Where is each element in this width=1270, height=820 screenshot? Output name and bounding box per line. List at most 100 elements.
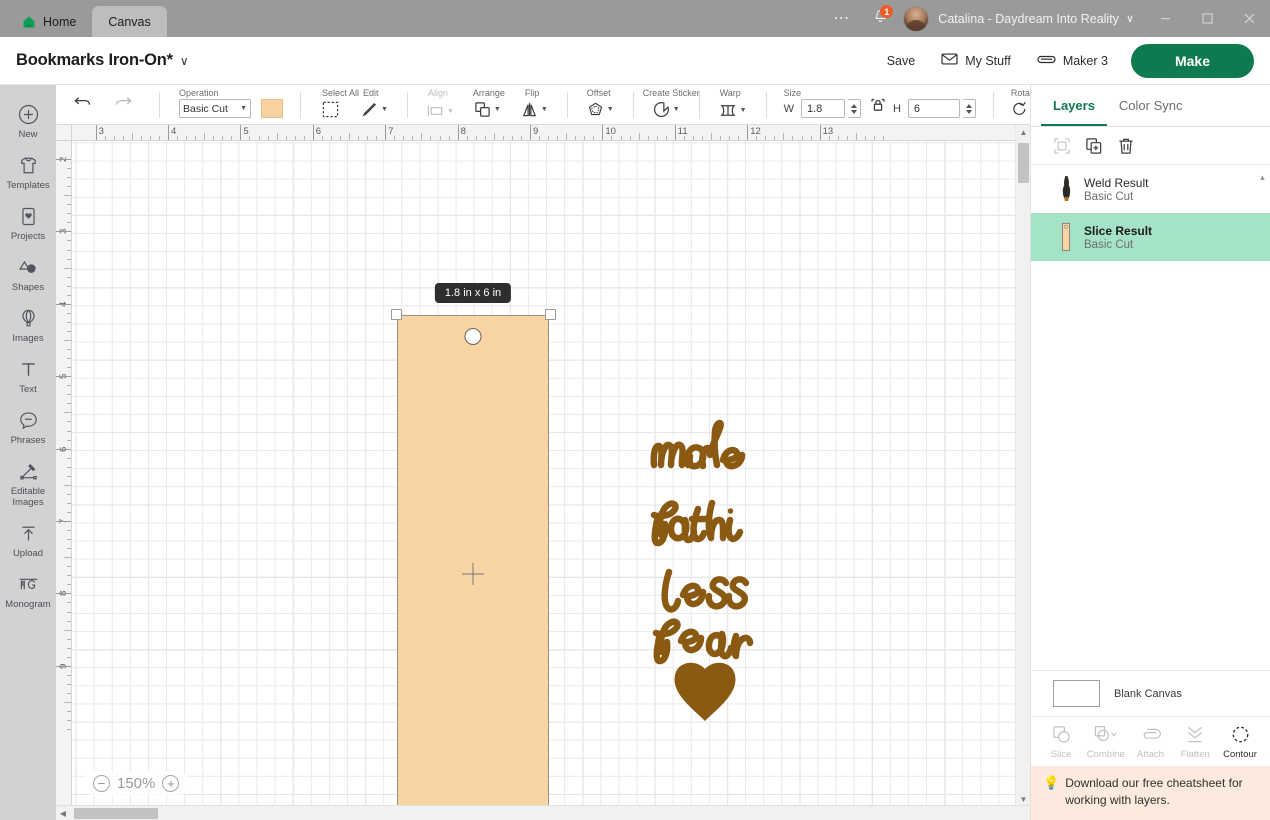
ruler-tick: [484, 136, 486, 140]
editable-images-icon: [17, 460, 39, 482]
sidebar-item-shapes[interactable]: Shapes: [0, 248, 56, 299]
ruler-tick: [792, 136, 794, 140]
combine-label: Combine: [1086, 749, 1125, 760]
flatten-button[interactable]: Flatten: [1173, 724, 1217, 760]
sidebar-item-phrases[interactable]: Phrases: [0, 401, 56, 452]
ruler-tick: [602, 125, 604, 140]
canvas-background-row[interactable]: Blank Canvas: [1031, 670, 1270, 717]
selection-handle-top-right[interactable]: [545, 309, 556, 320]
warp-label: Warp: [719, 88, 741, 98]
warp-group[interactable]: Warp ▼: [709, 85, 757, 125]
duplicate-icon[interactable]: [1085, 137, 1103, 155]
ruler-tick: [67, 611, 71, 613]
canvas-area[interactable]: 1.8 in x 6 in 3 4 5 6 7 8 9 10 11 12 13 …: [56, 125, 1030, 820]
lock-aspect-ratio-button[interactable]: [865, 85, 891, 125]
delete-trash-icon[interactable]: [1117, 137, 1135, 155]
my-stuff-button[interactable]: My Stuff: [928, 46, 1024, 75]
ruler-tick: [64, 629, 71, 631]
plus-circle-icon[interactable]: +: [162, 775, 180, 792]
tab-layers[interactable]: Layers: [1041, 85, 1107, 126]
scroll-left-arrow-icon[interactable]: ◀: [56, 809, 70, 818]
ruler-tick: [67, 602, 71, 604]
sidebar-item-templates[interactable]: Templates: [0, 146, 56, 197]
ruler-tick: [276, 133, 278, 140]
vertical-scroll-thumb[interactable]: [1018, 143, 1029, 183]
ruler-tick: [168, 125, 169, 140]
sidebar-item-images[interactable]: Images: [0, 299, 56, 350]
width-input[interactable]: 1.8: [800, 99, 845, 118]
ruler-tick: [312, 125, 314, 140]
sidebar-item-new[interactable]: New: [0, 95, 56, 146]
make-button[interactable]: Make: [1130, 43, 1254, 78]
sidebar-item-upload[interactable]: Upload: [0, 514, 56, 565]
machine-selector-button[interactable]: Maker 3: [1024, 47, 1121, 75]
height-stepper[interactable]: [962, 99, 976, 118]
undo-icon[interactable]: [72, 95, 92, 116]
ruler-tick: [249, 136, 251, 140]
redo-icon[interactable]: [114, 95, 134, 116]
window-close-button[interactable]: [1228, 0, 1270, 37]
tab-canvas[interactable]: Canvas: [92, 6, 167, 37]
ruler-tick: [439, 136, 441, 140]
sidebar-item-projects[interactable]: Projects: [0, 197, 56, 248]
window-minimize-button[interactable]: [1144, 0, 1186, 37]
ruler-tick: [285, 136, 287, 140]
tip-text: Download our free cheatsheet for working…: [1065, 776, 1243, 807]
more-faith-less-fear-artwork[interactable]: [640, 417, 770, 747]
flip-group[interactable]: Flip ▼: [511, 85, 558, 125]
canvas-horizontal-scrollbar[interactable]: ◀: [56, 805, 1030, 820]
offset-group[interactable]: Offset ▼: [577, 85, 624, 125]
notifications-button[interactable]: 1: [865, 0, 895, 37]
group-icon[interactable]: [1053, 137, 1071, 155]
table-row[interactable]: Slice Result Basic Cut: [1031, 213, 1270, 261]
selection-handle-top-left[interactable]: [391, 309, 402, 320]
table-row[interactable]: Weld Result Basic Cut: [1031, 165, 1270, 213]
align-group[interactable]: Align ▼: [417, 85, 464, 125]
sidebar-item-shapes-label: Shapes: [11, 282, 45, 293]
window-maximize-button[interactable]: [1186, 0, 1228, 37]
ruler-tick: [67, 457, 71, 459]
minus-circle-icon[interactable]: −: [93, 775, 110, 792]
canvas-color-swatch[interactable]: [1053, 680, 1100, 707]
scroll-down-arrow-icon[interactable]: ▼: [1016, 795, 1031, 804]
more-dots-icon[interactable]: ⋯: [819, 10, 865, 27]
height-input[interactable]: 6: [907, 99, 960, 118]
avatar[interactable]: [903, 5, 930, 32]
ruler-tick: [385, 125, 387, 140]
create-sticker-group[interactable]: Create Sticker ▼: [643, 85, 700, 125]
combine-button[interactable]: Combine: [1084, 724, 1128, 760]
contour-button[interactable]: Contour: [1218, 724, 1262, 760]
operation-select[interactable]: Basic Cut ▼: [179, 99, 251, 118]
sidebar-item-editable-images[interactable]: Editable Images: [0, 452, 56, 514]
scroll-up-arrow-icon[interactable]: ▲: [1016, 128, 1031, 137]
panel-scroll-up-arrow-icon[interactable]: ▲: [1258, 173, 1267, 182]
ruler-tick: [67, 683, 71, 685]
tab-color-sync[interactable]: Color Sync: [1107, 85, 1195, 126]
rotate-icon[interactable]: [1011, 101, 1028, 117]
ruler-tick: [64, 557, 71, 559]
save-button[interactable]: Save: [874, 48, 929, 74]
tab-home[interactable]: Home: [6, 6, 93, 37]
ruler-tick: [67, 647, 71, 649]
ruler-h-number: 7: [388, 126, 394, 137]
ruler-tick: [67, 367, 71, 369]
operation-color-swatch[interactable]: [261, 99, 283, 118]
ruler-tick: [873, 136, 875, 140]
chevron-down-icon[interactable]: ∨: [1126, 12, 1134, 25]
edit-group[interactable]: Edit ▼: [351, 85, 398, 125]
attach-button[interactable]: Attach: [1129, 724, 1173, 760]
ruler-tick: [67, 394, 71, 396]
arrange-group[interactable]: Arrange ▼: [464, 85, 511, 125]
envelope-icon: [941, 52, 958, 69]
toolbar-divider: [406, 92, 408, 118]
tip-banner[interactable]: 💡 Download our free cheatsheet for worki…: [1031, 766, 1270, 820]
horizontal-scroll-thumb[interactable]: [74, 807, 158, 819]
select-all-group[interactable]: Select All: [310, 85, 359, 125]
width-stepper[interactable]: [847, 99, 861, 118]
slice-button[interactable]: Slice: [1039, 724, 1083, 760]
sidebar-item-text[interactable]: Text: [0, 350, 56, 401]
canvas-vertical-scrollbar[interactable]: ▲ ▼: [1015, 125, 1030, 820]
sidebar-item-monogram[interactable]: Monogram: [0, 565, 56, 616]
ruler-tick: [729, 136, 731, 140]
project-menu-chevron-down-icon[interactable]: ∨: [180, 54, 189, 68]
